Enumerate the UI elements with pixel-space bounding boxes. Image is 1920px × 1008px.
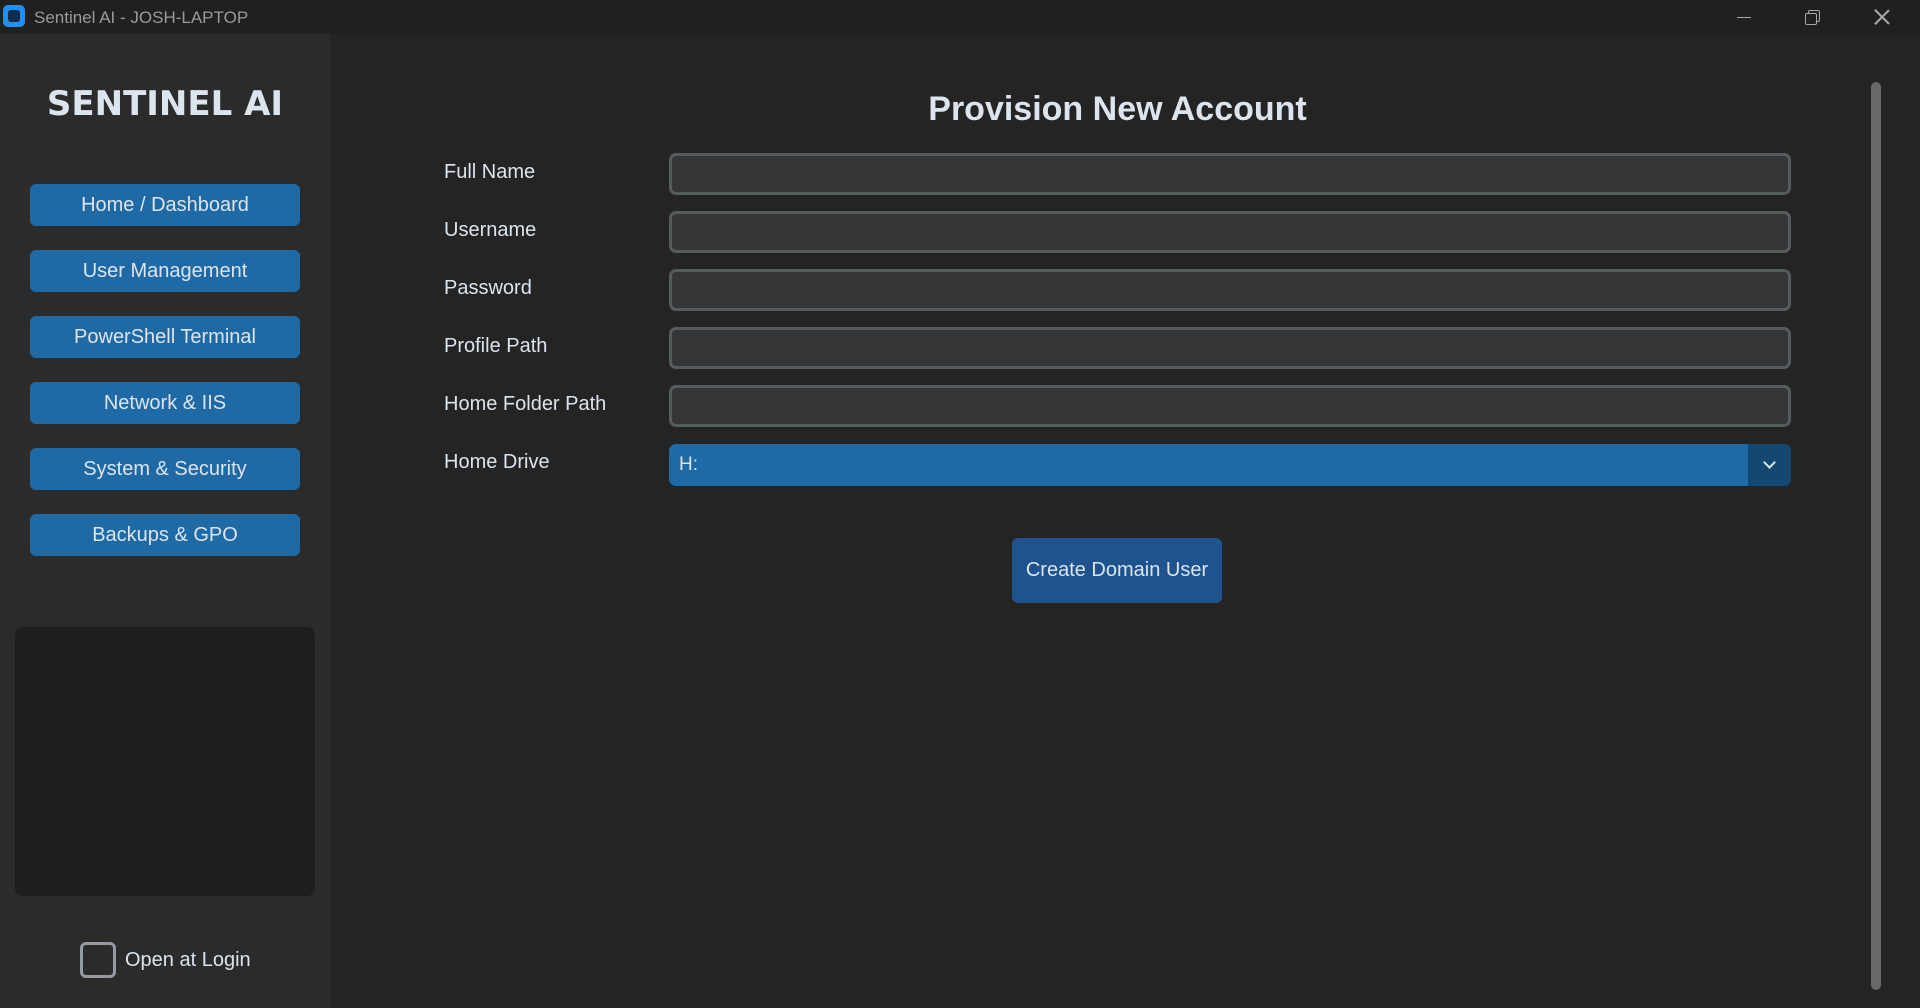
username-label: Username (444, 219, 537, 241)
home-drive-select[interactable]: H: (669, 444, 1791, 486)
sidebar-item-network-iis[interactable]: Network & IIS (30, 382, 300, 424)
sidebar-item-backups-gpo[interactable]: Backups & GPO (30, 514, 300, 556)
home-folder-path-label: Home Folder Path (444, 393, 607, 415)
app-logo-icon (3, 5, 25, 27)
home-drive-dropdown-button[interactable] (1748, 444, 1791, 486)
username-input[interactable] (669, 211, 1791, 253)
password-label: Password (444, 277, 532, 299)
home-folder-path-input[interactable] (669, 385, 1791, 427)
sidebar: SENTINEL AI Home / Dashboard User Manage… (0, 34, 330, 1008)
create-domain-user-button[interactable]: Create Domain User (1012, 538, 1222, 603)
sidebar-item-powershell-terminal[interactable]: PowerShell Terminal (30, 316, 300, 358)
main-content: Provision New Account Full Name Username… (330, 34, 1920, 1008)
sidebar-item-user-management[interactable]: User Management (30, 250, 300, 292)
sidebar-item-home-dashboard[interactable]: Home / Dashboard (30, 184, 300, 226)
sidebar-preview-panel (15, 627, 315, 896)
title-bar: Sentinel AI - JOSH-LAPTOP (0, 0, 1920, 34)
sidebar-item-system-security[interactable]: System & Security (30, 448, 300, 490)
window-title: Sentinel AI - JOSH-LAPTOP (34, 8, 249, 27)
chevron-down-icon (1763, 456, 1776, 469)
app-window: Sentinel AI - JOSH-LAPTOP SENTINEL AI Ho… (0, 0, 1920, 1008)
open-at-login-row[interactable]: Open at Login (80, 942, 251, 978)
vertical-scrollbar[interactable] (1871, 82, 1881, 990)
password-input[interactable] (669, 269, 1791, 311)
close-button[interactable] (1848, 0, 1916, 34)
minimize-button[interactable] (1710, 0, 1778, 34)
minimize-icon (1737, 16, 1751, 18)
profile-path-input[interactable] (669, 327, 1791, 369)
home-drive-value: H: (679, 454, 698, 475)
brand-title: SENTINEL AI (46, 84, 284, 124)
open-at-login-label: Open at Login (125, 948, 251, 971)
profile-path-label: Profile Path (444, 335, 548, 357)
restore-icon (1805, 10, 1820, 25)
open-at-login-checkbox[interactable] (80, 942, 116, 978)
home-drive-label: Home Drive (444, 451, 550, 473)
close-icon (1874, 9, 1890, 25)
full-name-input[interactable] (669, 153, 1791, 195)
restore-button[interactable] (1778, 0, 1846, 34)
full-name-label: Full Name (444, 161, 536, 183)
page-title: Provision New Account (928, 90, 1307, 128)
